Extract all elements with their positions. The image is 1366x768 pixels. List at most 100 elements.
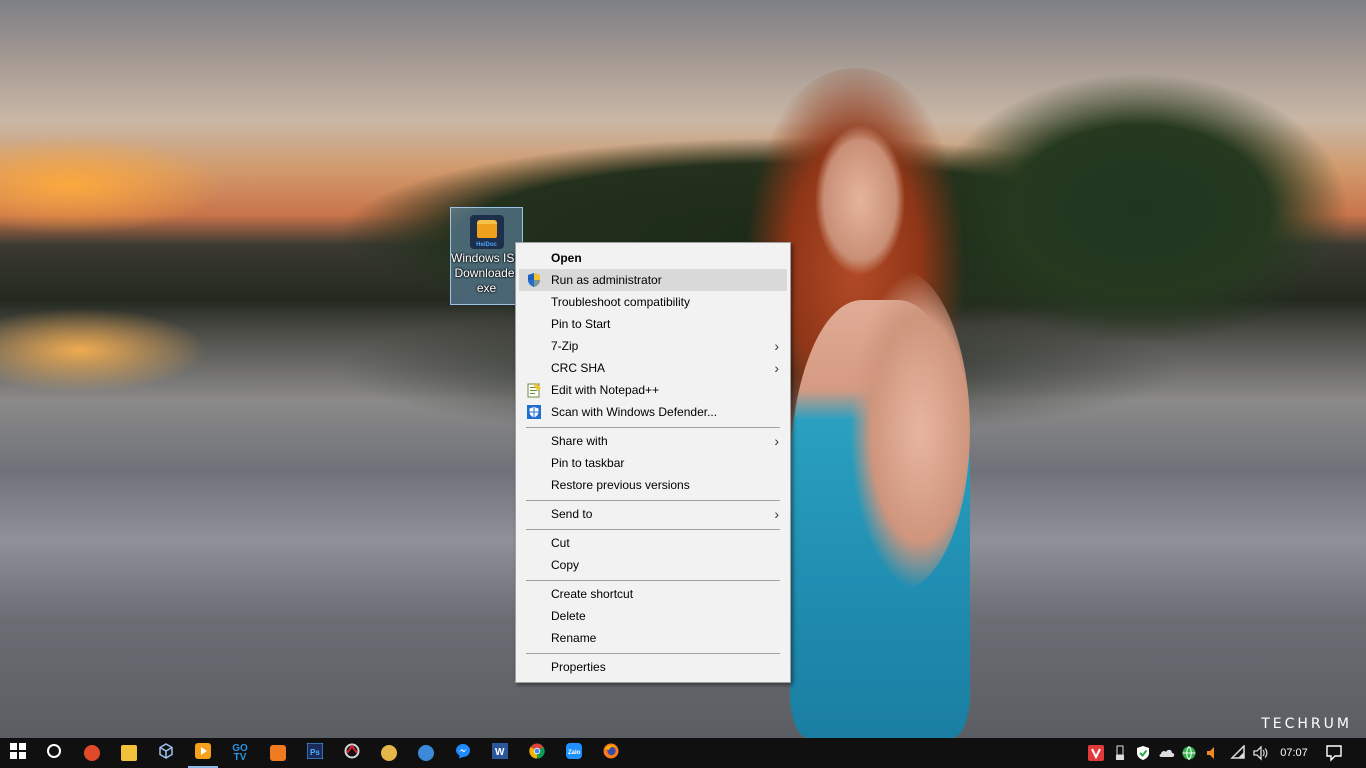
- menu-item-label: Run as administrator: [551, 273, 662, 287]
- menu-separator: [526, 427, 780, 428]
- tray-vivaldi-icon[interactable]: [1088, 745, 1104, 761]
- menu-item-7zip[interactable]: 7-Zip ›: [519, 335, 787, 357]
- windows-logo-icon: [10, 742, 26, 764]
- menu-item-properties[interactable]: Properties: [519, 656, 787, 678]
- chevron-right-icon: ›: [774, 506, 779, 522]
- windows-defender-icon: [526, 404, 542, 420]
- tray-network-globe-icon[interactable]: [1181, 745, 1197, 761]
- menu-item-scan-with-windows-defender[interactable]: Scan with Windows Defender...: [519, 401, 787, 423]
- context-menu: Open Run as administrator Troubleshoot c…: [515, 242, 791, 683]
- menu-item-label: 7-Zip: [551, 339, 579, 353]
- menu-separator: [526, 500, 780, 501]
- start-button[interactable]: [1, 738, 35, 768]
- paint-palette-icon: [381, 745, 397, 761]
- browser-icon: [344, 743, 360, 764]
- desktop-icon-label-line1: Windows ISO: [451, 251, 523, 265]
- menu-separator: [526, 653, 780, 654]
- menu-item-crc-sha[interactable]: CRC SHA ›: [519, 357, 787, 379]
- menu-item-label: Pin to taskbar: [551, 456, 625, 470]
- word-icon: W: [492, 742, 508, 764]
- taskbar-app-zalo[interactable]: Zalo: [557, 738, 591, 768]
- tray-volume-mute-icon[interactable]: [1205, 745, 1221, 761]
- taskbar-app-messenger[interactable]: [446, 738, 480, 768]
- menu-separator: [526, 580, 780, 581]
- taskbar-app-firefox[interactable]: [594, 738, 628, 768]
- tray-security-shield-icon[interactable]: [1135, 745, 1151, 761]
- taskbar-app-1[interactable]: [75, 738, 109, 768]
- uac-shield-icon: [526, 272, 542, 288]
- cube-icon: [158, 742, 174, 764]
- taskbar-app-photoshop[interactable]: Ps: [298, 738, 332, 768]
- taskbar-app-paint[interactable]: [372, 738, 406, 768]
- taskbar-app-virtualbox[interactable]: [149, 738, 183, 768]
- menu-item-pin-to-start[interactable]: Pin to Start: [519, 313, 787, 335]
- menu-item-label: Open: [551, 251, 582, 265]
- watermark-text: TECHRUM: [1261, 716, 1352, 732]
- folder-icon: [121, 745, 137, 761]
- menu-item-cut[interactable]: Cut: [519, 532, 787, 554]
- messenger-icon: [455, 743, 471, 764]
- app-red-swirl-icon: [84, 745, 100, 761]
- app-blue-icon: [418, 745, 434, 761]
- zalo-icon: Zalo: [566, 742, 582, 764]
- menu-item-copy[interactable]: Copy: [519, 554, 787, 576]
- menu-item-share-with[interactable]: Share with ›: [519, 430, 787, 452]
- tray-wifi-icon[interactable]: [1230, 744, 1246, 761]
- menu-item-label: CRC SHA: [551, 361, 606, 375]
- taskbar-app-media-player[interactable]: [186, 738, 220, 768]
- taskbar-app-xampp[interactable]: [261, 738, 295, 768]
- chevron-right-icon: ›: [774, 338, 779, 354]
- menu-item-troubleshoot-compatibility[interactable]: Troubleshoot compatibility: [519, 291, 787, 313]
- desktop-icon-windows-iso-downloader[interactable]: HeiDoc Windows ISO Downloader exe: [450, 207, 523, 305]
- menu-item-label: Delete: [551, 609, 586, 623]
- action-center-icon[interactable]: [1325, 744, 1343, 762]
- menu-item-rename[interactable]: Rename: [519, 627, 787, 649]
- photoshop-icon: Ps: [306, 742, 324, 764]
- menu-item-open[interactable]: Open: [519, 247, 787, 269]
- taskbar-app-file-explorer[interactable]: [112, 738, 146, 768]
- desktop-icon-label-line3: exe: [476, 281, 497, 295]
- tray-onedrive-icon[interactable]: [1158, 745, 1175, 761]
- taskbar: GO TV Ps W Zalo 07:07: [0, 738, 1366, 768]
- menu-separator: [526, 529, 780, 530]
- menu-item-send-to[interactable]: Send to ›: [519, 503, 787, 525]
- menu-item-delete[interactable]: Delete: [519, 605, 787, 627]
- taskbar-clock[interactable]: 07:07: [1277, 738, 1311, 768]
- desktop-icon-label-line2: Downloader: [454, 266, 519, 280]
- tray-speaker-icon[interactable]: [1252, 745, 1268, 761]
- menu-item-label: Restore previous versions: [551, 478, 690, 492]
- menu-item-label: Properties: [551, 660, 606, 674]
- wallpaper-woman-face: [815, 125, 905, 275]
- svg-text:W: W: [495, 747, 505, 758]
- menu-item-edit-with-notepad-plus-plus[interactable]: Edit with Notepad++: [519, 379, 787, 401]
- taskbar-app-word[interactable]: W: [483, 738, 517, 768]
- tray-usb-icon[interactable]: [1112, 745, 1128, 761]
- menu-item-label: Edit with Notepad++: [551, 383, 660, 397]
- menu-item-run-as-administrator[interactable]: Run as administrator: [519, 269, 787, 291]
- menu-item-label: Copy: [551, 558, 580, 572]
- cortana-circle-icon: [46, 743, 62, 764]
- notepad-plus-plus-icon: [526, 382, 542, 398]
- cortana-button[interactable]: [37, 738, 71, 768]
- menu-item-create-shortcut[interactable]: Create shortcut: [519, 583, 787, 605]
- menu-item-label: Cut: [551, 536, 570, 550]
- chest-body-shape: [476, 224, 497, 238]
- taskbar-app-9[interactable]: [409, 738, 443, 768]
- svg-text:Ps: Ps: [310, 748, 320, 757]
- menu-item-label: Rename: [551, 631, 597, 645]
- chrome-icon: [529, 743, 545, 764]
- gotv-icon: GO TV: [232, 743, 248, 763]
- menu-item-pin-to-taskbar[interactable]: Pin to taskbar: [519, 452, 787, 474]
- heidoc-app-icon: HeiDoc: [469, 215, 504, 249]
- menu-item-label: Pin to Start: [551, 317, 611, 331]
- menu-item-restore-previous-versions[interactable]: Restore previous versions: [519, 474, 787, 496]
- menu-item-label: Scan with Windows Defender...: [551, 405, 718, 419]
- play-icon: [195, 742, 211, 764]
- taskbar-app-gotv[interactable]: GO TV: [223, 738, 257, 768]
- xampp-icon: [270, 745, 286, 761]
- taskbar-app-chrome[interactable]: [520, 738, 554, 768]
- chevron-right-icon: ›: [774, 433, 779, 449]
- svg-text:Zalo: Zalo: [568, 750, 581, 756]
- wallpaper-woman-arms: [830, 270, 970, 590]
- taskbar-app-coccoc[interactable]: [335, 738, 369, 768]
